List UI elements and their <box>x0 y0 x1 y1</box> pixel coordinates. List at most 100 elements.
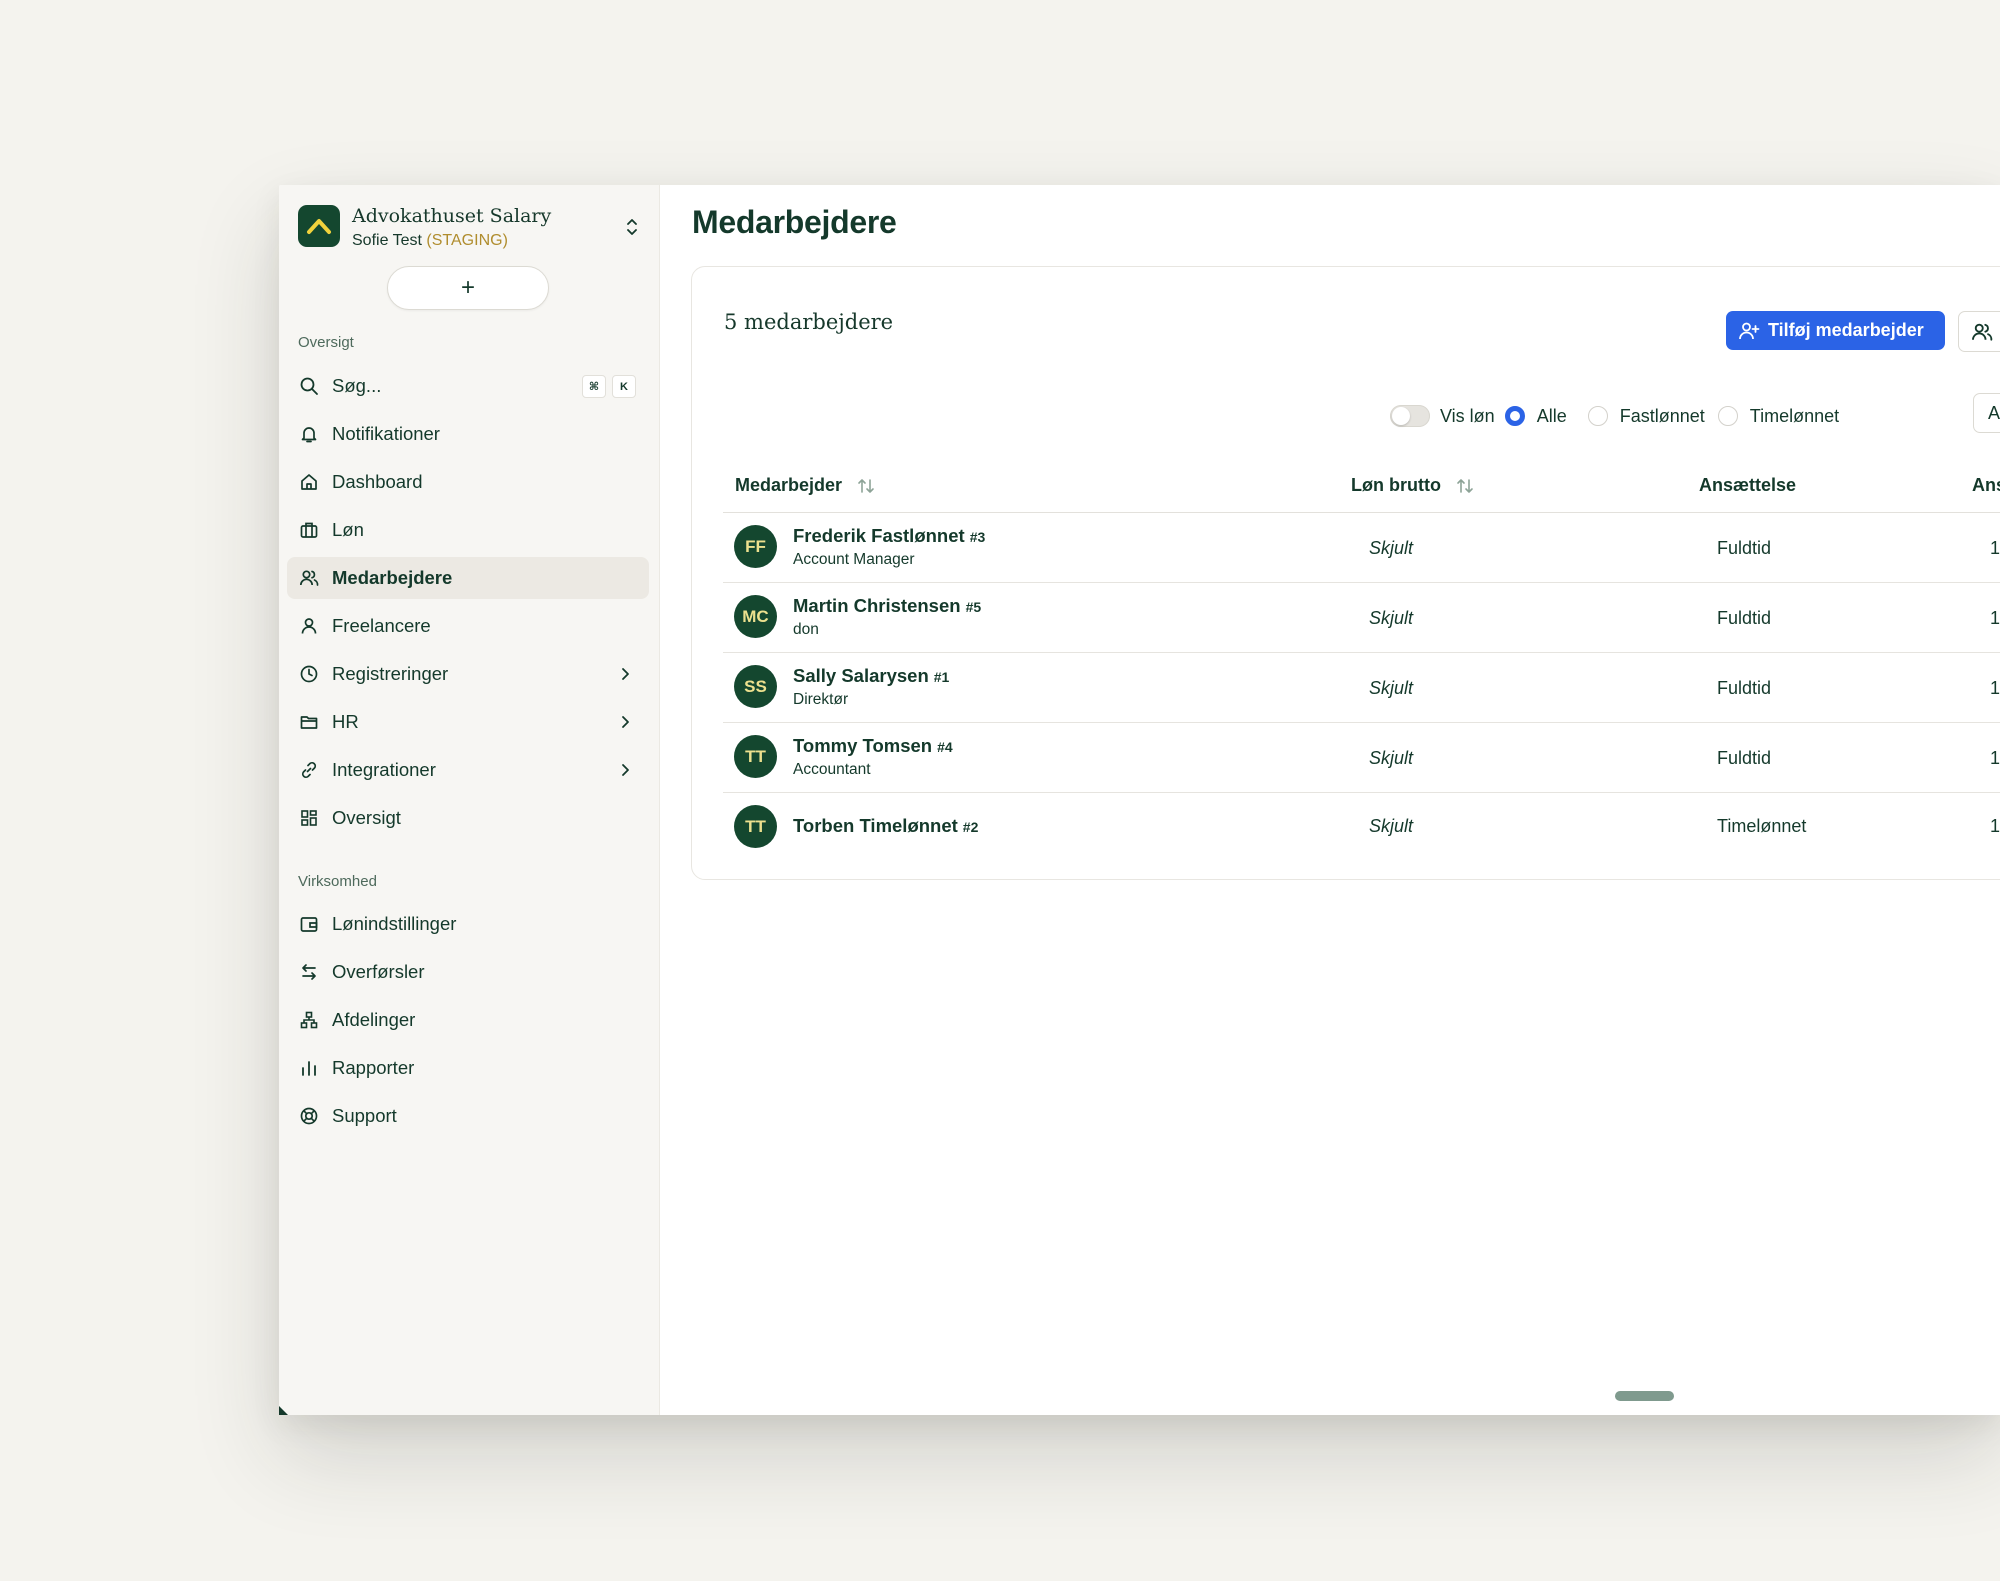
start-cell: 1. m <box>1990 608 2000 628</box>
scroll-handle[interactable] <box>1615 1391 1674 1401</box>
sidebar-item-integrationer[interactable]: Integrationer <box>287 749 649 791</box>
folder-icon <box>298 711 320 733</box>
shortcut-hint: ⌘ K <box>582 375 636 398</box>
salary-cell: Skjult <box>1369 678 1414 698</box>
radio-all[interactable] <box>1504 406 1525 426</box>
org-logo-icon <box>298 205 340 247</box>
add-employee-label: Tilføj medarbejder <box>1768 320 1924 340</box>
employee-role: Accountant <box>793 761 871 778</box>
sort-icon[interactable] <box>1455 476 1475 496</box>
briefcase-icon <box>298 519 320 541</box>
salary-cell: Skjult <box>1369 608 1414 628</box>
chevron-right-icon <box>615 760 635 780</box>
employee-role: don <box>793 621 819 638</box>
sidebar-item-label: Medarbejdere <box>332 567 453 588</box>
sidebar-item-hr[interactable]: HR <box>287 701 649 743</box>
sidebar-item-rapporter[interactable]: Rapporter <box>287 1047 649 1089</box>
salary-cell: Skjult <box>1369 748 1414 768</box>
avatar: SS <box>734 665 777 708</box>
radio-hourly-label: Timelønnet <box>1749 405 1840 426</box>
radio-hourly[interactable] <box>1717 406 1738 426</box>
users-icon <box>298 567 320 589</box>
employment-cell: Fuldtid <box>1717 748 1772 768</box>
sidebar-item-label: Integrationer <box>332 759 436 780</box>
employee-name-text: Frederik Fastlønnet <box>793 525 965 546</box>
sidebar-item-lon[interactable]: Løn <box>287 509 649 551</box>
filter-menu-label: A <box>1988 402 2000 423</box>
show-salary-toggle[interactable] <box>1390 405 1430 427</box>
sidebar-item-support[interactable]: Support <box>287 1095 649 1137</box>
sort-icon[interactable] <box>856 476 876 496</box>
sidebar-item-medarbejdere[interactable]: Medarbejdere <box>287 557 649 599</box>
avatar: MC <box>734 595 777 638</box>
table-row[interactable]: MC Martin Christensen #5 don Skjult Fuldt… <box>723 583 2000 653</box>
employee-name: Torben Timelønnet #2 <box>793 815 978 837</box>
avatar: TT <box>734 805 777 848</box>
sidebar-item-registreringer[interactable]: Registreringer <box>287 653 649 695</box>
avatar: FF <box>734 525 777 568</box>
plus-icon: + <box>460 274 475 301</box>
users-icon <box>1971 321 1993 343</box>
col-header-start: Ans <box>1972 475 2000 496</box>
avatar: TT <box>734 735 777 778</box>
filter-bar: Vis løn Alle Fastlønnet Timelønnet <box>1390 401 1839 431</box>
sidebar-item-label: Freelancere <box>332 615 431 636</box>
org-switcher[interactable]: Advokathuset Salary Sofie Test (STAGING) <box>298 203 648 251</box>
sidebar-item-notifikationer[interactable]: Notifikationer <box>287 413 649 455</box>
sidebar-item-freelancere[interactable]: Freelancere <box>287 605 649 647</box>
filter-menu-button[interactable]: A <box>1973 393 2000 433</box>
new-button[interactable]: + <box>387 266 549 310</box>
col-header-employment: Ansættelse <box>1699 475 1796 496</box>
users-action-button[interactable] <box>1958 311 2000 352</box>
org-chart-icon <box>298 1009 320 1031</box>
sidebar-item-dashboard[interactable]: Dashboard <box>287 461 649 503</box>
lifebuoy-icon <box>298 1105 320 1127</box>
employee-role: Direktør <box>793 691 849 708</box>
add-employee-button[interactable]: Tilføj medarbejder <box>1726 311 1945 350</box>
search-label: Søg... <box>332 375 382 396</box>
chevron-up-down-icon[interactable] <box>622 215 642 239</box>
kbd-k: K <box>612 375 636 398</box>
employee-name-text: Tommy Tomsen <box>793 735 933 756</box>
radio-fixed[interactable] <box>1587 406 1608 426</box>
employee-name: Tommy Tomsen #4 <box>793 735 953 757</box>
table-row[interactable]: TT Torben Timelønnet #2 Skjult Timelønnet… <box>723 793 2000 859</box>
col-header-employee[interactable]: Medarbejder <box>735 475 876 496</box>
sidebar-item-overforsler[interactable]: Overførsler <box>287 951 649 993</box>
grid-icon <box>298 807 320 829</box>
transfer-icon <box>298 961 320 983</box>
sidebar-item-label: Dashboard <box>332 471 423 492</box>
main-content: Medarbejdere 5 medarbejdere Tilføj medar… <box>660 185 2000 1415</box>
employee-name: Martin Christensen #5 <box>793 595 981 617</box>
sidebar-item-oversigt[interactable]: Oversigt <box>287 797 649 839</box>
sidebar-item-afdelinger[interactable]: Afdelinger <box>287 999 649 1041</box>
sidebar-item-label: Oversigt <box>332 807 401 828</box>
search-icon <box>298 375 320 397</box>
chevron-right-icon <box>615 712 635 732</box>
salary-cell: Skjult <box>1369 816 1414 836</box>
sidebar-item-label: Support <box>332 1105 397 1126</box>
col-header-label: Løn brutto <box>1351 475 1441 495</box>
user-name: Sofie Test <box>352 232 422 249</box>
employee-name-text: Martin Christensen <box>793 595 961 616</box>
sidebar-item-lonindstillinger[interactable]: Lønindstillinger <box>287 903 649 945</box>
section-label-overview: Oversigt <box>298 334 354 351</box>
sidebar: Advokathuset Salary Sofie Test (STAGING)… <box>279 185 660 1415</box>
table-row[interactable]: FF Frederik Fastlønnet #3 Account Manager… <box>723 513 2000 583</box>
col-header-label: Medarbejder <box>735 475 843 495</box>
table-row[interactable]: SS Sally Salarysen #1 Direktør Skjult Ful… <box>723 653 2000 723</box>
table-row[interactable]: TT Tommy Tomsen #4 Accountant Skjult Fuld… <box>723 723 2000 793</box>
employee-name-text: Sally Salarysen <box>793 665 929 686</box>
col-header-label: Ans <box>1972 475 2000 495</box>
user-icon <box>298 615 320 637</box>
user-plus-icon <box>1738 320 1760 342</box>
clock-icon <box>298 663 320 685</box>
org-name: Advokathuset Salary <box>352 205 552 227</box>
employee-name-text: Torben Timelønnet <box>793 815 958 836</box>
radio-all-label: Alle <box>1536 405 1567 426</box>
search-item[interactable]: Søg... ⌘ K <box>287 365 649 407</box>
home-icon <box>298 471 320 493</box>
employment-cell: Timelønnet <box>1717 816 1807 836</box>
sidebar-item-label: Afdelinger <box>332 1009 416 1030</box>
col-header-salary[interactable]: Løn brutto <box>1351 475 1475 496</box>
